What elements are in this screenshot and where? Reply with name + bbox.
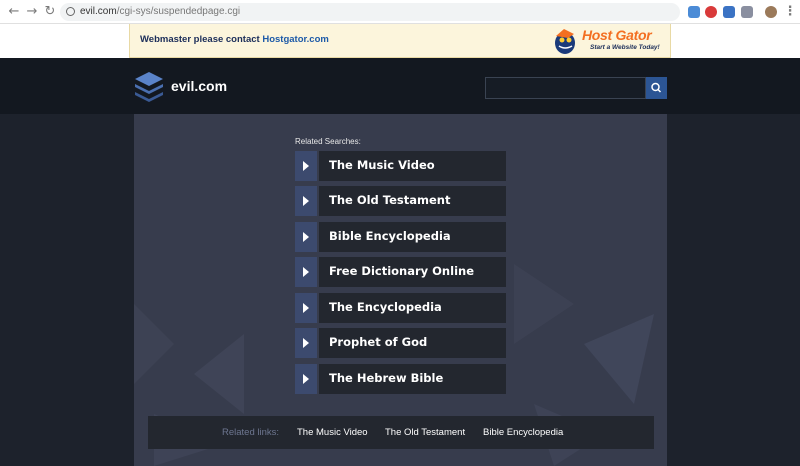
hostgator-tagline: Start a Website Today!: [590, 44, 660, 51]
related-search-item[interactable]: The Old Testament: [295, 186, 506, 216]
back-icon[interactable]: ←: [6, 4, 22, 20]
related-search-label: The Music Video: [329, 158, 435, 172]
extension-icon[interactable]: [723, 6, 735, 18]
related-search-item[interactable]: Prophet of God: [295, 328, 506, 358]
related-search-item[interactable]: The Encyclopedia: [295, 293, 506, 323]
related-search-label: Prophet of God: [329, 335, 428, 349]
related-search-label: Free Dictionary Online: [329, 264, 474, 278]
page-background-left: [0, 114, 134, 466]
extension-icon[interactable]: [705, 6, 717, 18]
stack-logo-icon[interactable]: [134, 70, 164, 102]
related-link[interactable]: The Music Video: [297, 427, 368, 438]
related-search-item[interactable]: Bible Encyclopedia: [295, 222, 506, 252]
related-search-label: The Old Testament: [329, 193, 451, 207]
play-arrow-icon: [295, 257, 317, 287]
hostgator-banner: Webmaster please contact Hostgator.com H…: [129, 24, 671, 58]
site-header: [0, 58, 800, 114]
play-arrow-icon: [295, 293, 317, 323]
play-arrow-icon: [295, 364, 317, 394]
related-search-item[interactable]: The Music Video: [295, 151, 506, 181]
extension-icon[interactable]: [688, 6, 700, 18]
info-icon[interactable]: [66, 7, 75, 16]
reload-icon[interactable]: ↻: [42, 4, 58, 20]
url-domain: evil.com: [80, 6, 117, 17]
url-path: /cgi-sys/suspendedpage.cgi: [116, 6, 241, 17]
related-link[interactable]: The Old Testament: [385, 427, 465, 438]
address-bar[interactable]: evil.com/cgi-sys/suspendedpage.cgi: [60, 3, 680, 21]
search-icon: [651, 82, 662, 93]
gator-icon: [555, 29, 575, 54]
search-button[interactable]: [646, 77, 667, 99]
related-links-label: Related links:: [222, 427, 280, 438]
related-search-item[interactable]: The Hebrew Bible: [295, 364, 506, 394]
url-text: evil.com/cgi-sys/suspendedpage.cgi: [80, 5, 240, 19]
extension-icon[interactable]: [741, 6, 753, 18]
related-link[interactable]: Bible Encyclopedia: [483, 427, 563, 438]
hostgator-link[interactable]: Hostgator.com: [262, 34, 329, 45]
banner-text: Webmaster please contact Hostgator.com: [140, 34, 329, 45]
page-background-right: [667, 114, 800, 466]
related-searches-title: Related Searches:: [295, 137, 361, 146]
play-arrow-icon: [295, 222, 317, 252]
forward-icon[interactable]: →: [24, 4, 40, 20]
related-search-label: Bible Encyclopedia: [329, 229, 451, 243]
site-name[interactable]: evil.com: [171, 78, 227, 94]
play-arrow-icon: [295, 186, 317, 216]
browser-toolbar: ← → ↻ evil.com/cgi-sys/suspendedpage.cgi…: [0, 0, 800, 24]
play-arrow-icon: [295, 151, 317, 181]
avatar[interactable]: [765, 6, 777, 18]
hostgator-logo-title: Host Gator: [582, 27, 652, 43]
related-search-item[interactable]: Free Dictionary Online: [295, 257, 506, 287]
related-search-label: The Hebrew Bible: [329, 371, 444, 385]
play-arrow-icon: [295, 328, 317, 358]
menu-icon[interactable]: ⋮: [782, 4, 798, 20]
banner-message: Webmaster please contact: [140, 34, 260, 45]
hostgator-logo[interactable]: Host Gator Start a Website Today!: [550, 26, 668, 56]
related-search-label: The Encyclopedia: [329, 300, 442, 314]
search-input[interactable]: [485, 77, 646, 99]
